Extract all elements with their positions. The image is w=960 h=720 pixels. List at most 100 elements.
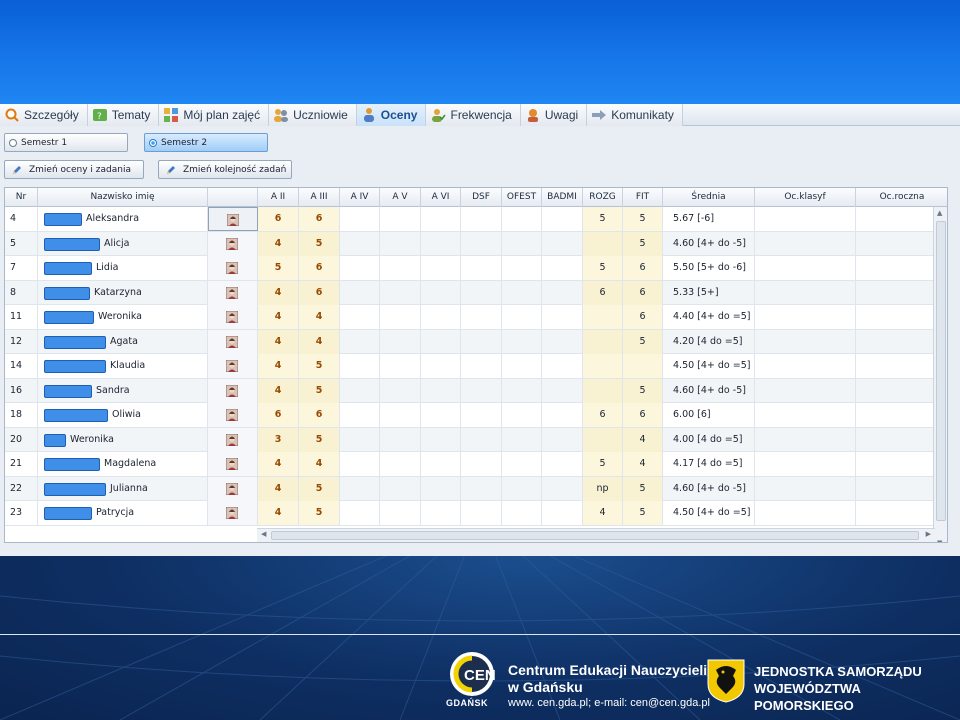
cell-ocklasyf[interactable] (755, 256, 856, 280)
cell-a5[interactable] (380, 354, 421, 378)
cell-badmi[interactable] (542, 427, 583, 452)
cell-a3[interactable]: 5 (299, 476, 340, 501)
column-header-rozg[interactable]: ROZG (583, 188, 623, 207)
cell-a5[interactable] (380, 452, 421, 476)
cell-ofest[interactable] (502, 354, 542, 378)
cell-ocroczna[interactable] (856, 231, 935, 256)
cell-name[interactable]: Klaudia (38, 354, 208, 378)
cell-photo[interactable] (208, 476, 258, 501)
cell-a4[interactable] (340, 452, 380, 476)
cell-fit[interactable]: 5 (623, 378, 663, 403)
cell-a3[interactable]: 6 (299, 280, 340, 305)
scroll-thumb[interactable] (271, 531, 919, 540)
column-header-a2[interactable]: A II (258, 188, 299, 207)
tab-moj-plan-zajec[interactable]: Mój plan zajęć (159, 104, 270, 126)
cell-ofest[interactable] (502, 452, 542, 476)
cell-rozg[interactable] (583, 231, 623, 256)
cell-dsf[interactable] (461, 427, 502, 452)
scroll-down-icon[interactable]: ▼ (937, 539, 942, 542)
cell-ofest[interactable] (502, 501, 542, 525)
cell-badmi[interactable] (542, 329, 583, 354)
table-row[interactable]: 18 Oliwia 6 6 6 6 6.00 [6] (5, 403, 935, 428)
cell-name[interactable]: Katarzyna (38, 280, 208, 305)
cell-a5[interactable] (380, 427, 421, 452)
table-row[interactable]: 7 Lidia 5 6 5 6 5.50 [5+ do -6] (5, 256, 935, 281)
cell-photo[interactable] (208, 427, 258, 452)
cell-fit[interactable]: 6 (623, 280, 663, 305)
cell-fit[interactable]: 6 (623, 403, 663, 427)
cell-ocklasyf[interactable] (755, 403, 856, 427)
column-header-ocroczna[interactable]: Oc.roczna (856, 188, 947, 207)
cell-a4[interactable] (340, 280, 380, 305)
cell-ocklasyf[interactable] (755, 231, 856, 256)
cell-rozg[interactable] (583, 329, 623, 354)
cell-dsf[interactable] (461, 280, 502, 305)
cell-dsf[interactable] (461, 329, 502, 354)
cell-ocroczna[interactable] (856, 354, 935, 378)
tab-tematy[interactable]: ? Tematy (87, 104, 160, 126)
cell-a4[interactable] (340, 427, 380, 452)
scroll-right-icon[interactable]: ▶ (926, 530, 931, 538)
tab-komunikaty[interactable]: Komunikaty (587, 104, 683, 126)
cell-a6[interactable] (421, 329, 461, 354)
cell-a6[interactable] (421, 452, 461, 476)
cell-a2[interactable]: 5 (258, 256, 299, 280)
cell-ofest[interactable] (502, 231, 542, 256)
tab-uczniowie[interactable]: Uczniowie (269, 104, 357, 126)
cell-a5[interactable] (380, 501, 421, 525)
cell-ocklasyf[interactable] (755, 501, 856, 525)
column-header-ocklasyf[interactable]: Oc.klasyf (755, 188, 856, 207)
column-header-nr[interactable]: Nr (5, 188, 38, 207)
cell-name[interactable]: Weronika (38, 305, 208, 329)
cell-ofest[interactable] (502, 427, 542, 452)
cell-ocroczna[interactable] (856, 476, 935, 501)
cell-photo[interactable] (208, 329, 258, 354)
cell-name[interactable]: Aleksandra (38, 207, 208, 231)
cell-a4[interactable] (340, 305, 380, 329)
cell-badmi[interactable] (542, 378, 583, 403)
cell-a5[interactable] (380, 231, 421, 256)
cell-a2[interactable]: 6 (258, 403, 299, 427)
cell-rozg[interactable]: 5 (583, 207, 623, 231)
column-header-ofest[interactable]: OFEST (502, 188, 542, 207)
cell-a4[interactable] (340, 501, 380, 525)
table-row[interactable]: 5 Alicja 4 5 5 4.60 [4+ do -5] (5, 231, 935, 256)
cell-badmi[interactable] (542, 280, 583, 305)
cell-badmi[interactable] (542, 452, 583, 476)
cell-name[interactable]: Agata (38, 329, 208, 354)
table-row[interactable]: 21 Magdalena 4 4 5 4 4.17 [4 do =5] (5, 452, 935, 477)
cell-ofest[interactable] (502, 305, 542, 329)
cell-ocroczna[interactable] (856, 280, 935, 305)
cell-photo[interactable] (208, 378, 258, 403)
cell-a2[interactable]: 4 (258, 329, 299, 354)
cell-rozg[interactable] (583, 378, 623, 403)
tab-uwagi[interactable]: Uwagi (520, 104, 588, 126)
cell-rozg[interactable]: 5 (583, 452, 623, 476)
cell-dsf[interactable] (461, 476, 502, 501)
cell-dsf[interactable] (461, 256, 502, 280)
cell-a2[interactable]: 6 (258, 207, 299, 231)
cell-ocklasyf[interactable] (755, 305, 856, 329)
cell-a6[interactable] (421, 378, 461, 403)
cell-ofest[interactable] (502, 403, 542, 427)
scroll-thumb[interactable] (936, 221, 946, 521)
cell-dsf[interactable] (461, 403, 502, 427)
cell-ocklasyf[interactable] (755, 427, 856, 452)
cell-dsf[interactable] (461, 207, 502, 231)
cell-a5[interactable] (380, 280, 421, 305)
cell-badmi[interactable] (542, 207, 583, 231)
cell-badmi[interactable] (542, 354, 583, 378)
cell-photo[interactable] (208, 501, 258, 525)
cell-badmi[interactable] (542, 403, 583, 427)
cell-dsf[interactable] (461, 501, 502, 525)
table-row[interactable]: 22 Julianna 4 5 np 5 4.60 [4+ do -5] (5, 476, 935, 501)
table-row[interactable]: 20 Weronika 3 5 4 4.00 [4 do =5] (5, 427, 935, 452)
cell-a6[interactable] (421, 256, 461, 280)
cell-fit[interactable]: 5 (623, 231, 663, 256)
scroll-left-icon[interactable]: ◀ (261, 530, 266, 538)
horizontal-scrollbar[interactable]: ◀ ▶ (257, 528, 935, 542)
cell-a4[interactable] (340, 329, 380, 354)
cell-fit[interactable]: 5 (623, 476, 663, 501)
cell-a6[interactable] (421, 427, 461, 452)
cell-ocklasyf[interactable] (755, 329, 856, 354)
